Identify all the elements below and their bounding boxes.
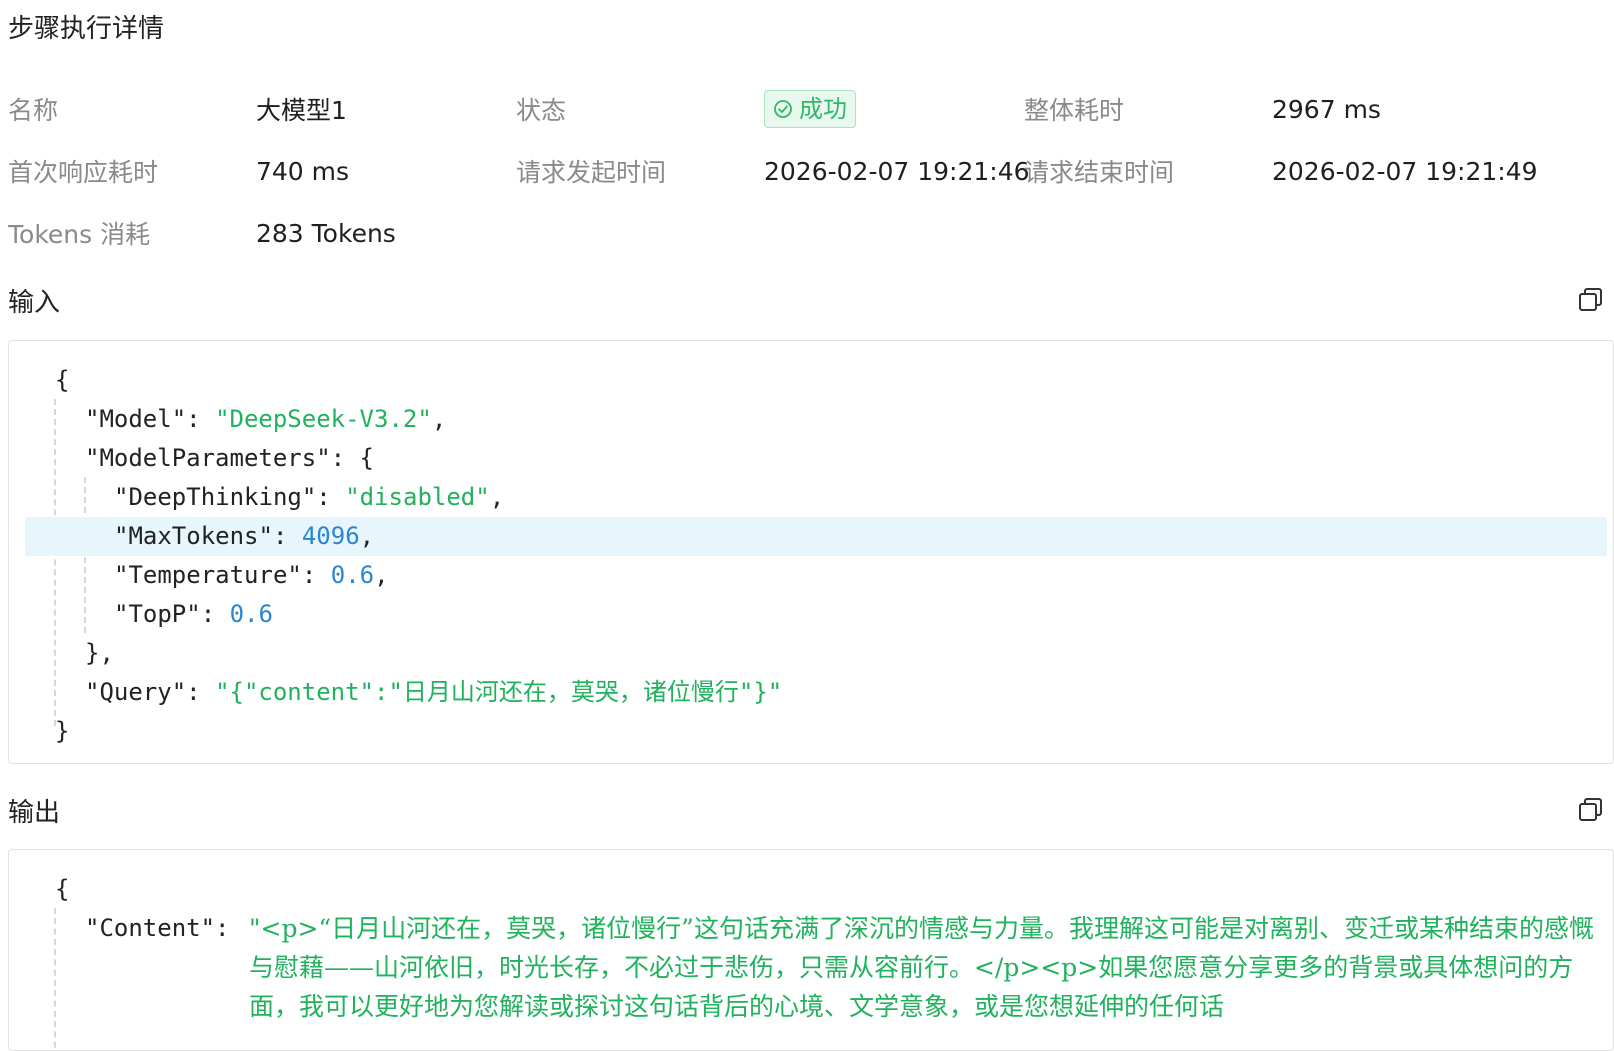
input-code-box[interactable]: { "Model": "DeepSeek-V3.2", "ModelParame… [8, 340, 1614, 764]
first-response-label: 首次响应耗时 [8, 158, 159, 187]
request-end-label: 请求结束时间 [1024, 158, 1175, 187]
total-time-label: 整体耗时 [1024, 96, 1125, 125]
status-cell: 成功 [764, 90, 1024, 128]
info-grid: 名称 大模型1 状态 成功 整体耗时 2967 ms 首次响应耗时 740 ms… [8, 78, 1588, 264]
info-row-3: Tokens 消耗 283 Tokens [8, 202, 1588, 264]
copy-icon[interactable] [1576, 795, 1606, 825]
code-line: "DeepThinking": "disabled", [114, 483, 505, 511]
total-time-value: 2967 ms [1272, 94, 1381, 124]
first-response-value: 740 ms [256, 156, 350, 186]
output-code-box[interactable]: { "Content": "<p>“日月山河还在，莫哭，诸位慢行”这句话充满了深… [8, 849, 1614, 1051]
status-badge: 成功 [764, 90, 856, 128]
tokens-value: 283 Tokens [256, 218, 396, 248]
request-end-value: 2026-02-07 19:21:49 [1272, 156, 1538, 186]
request-start-label: 请求发起时间 [516, 158, 667, 187]
code-line: "Query": "{"content":"日月山河还在，莫哭，诸位慢行"}" [85, 678, 783, 706]
input-section-title: 输入 [8, 288, 61, 318]
request-start-value: 2026-02-07 19:21:46 [764, 156, 1030, 186]
tokens-label: Tokens 消耗 [8, 220, 151, 249]
check-circle-icon [774, 100, 792, 118]
status-text: 成功 [799, 95, 847, 123]
output-section-title: 输出 [8, 798, 61, 828]
code-line-highlighted: "MaxTokens": 4096, [25, 517, 1607, 556]
code-line: "Model": "DeepSeek-V3.2", [85, 405, 447, 433]
info-row-1: 名称 大模型1 状态 成功 整体耗时 2967 ms [8, 78, 1588, 140]
code-line: } [55, 717, 70, 745]
name-label: 名称 [8, 96, 59, 125]
page-title: 步骤执行详情 [8, 14, 165, 44]
copy-icon[interactable] [1576, 285, 1606, 315]
code-line: "TopP": 0.6 [114, 600, 273, 628]
code-line: { [55, 366, 70, 394]
code-line: "ModelParameters": { [85, 444, 374, 472]
name-value: 大模型1 [256, 96, 347, 125]
code-line: }, [85, 639, 114, 667]
code-line: "Content": "<p>“日月山河还在，莫哭，诸位慢行”这句话充满了深沉的… [9, 909, 1613, 1029]
info-row-2: 首次响应耗时 740 ms 请求发起时间 2026-02-07 19:21:46… [8, 140, 1588, 202]
code-line: "Temperature": 0.6, [114, 561, 389, 589]
content-value: "<p>“日月山河还在，莫哭，诸位慢行”这句话充满了深沉的情感与力量。我理解这可… [249, 914, 1594, 1021]
status-label: 状态 [516, 96, 567, 125]
code-line: { [55, 875, 70, 903]
